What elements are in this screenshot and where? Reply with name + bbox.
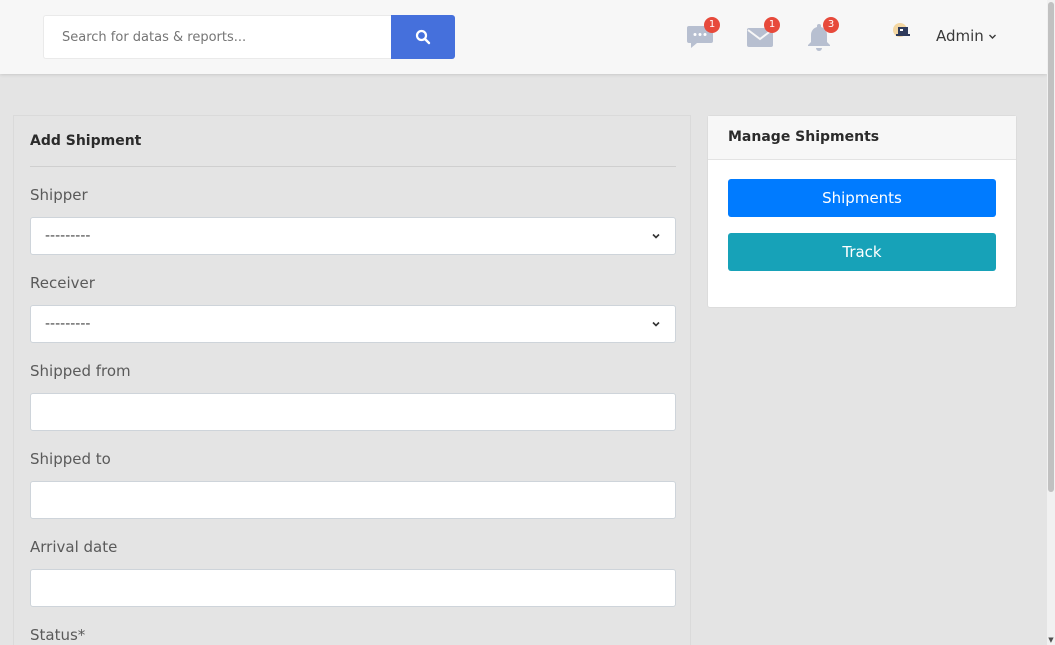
track-button[interactable]: Track	[728, 233, 996, 271]
shipper-selected-value: ---------	[45, 228, 91, 244]
mail-button[interactable]: 1	[746, 17, 780, 52]
search-form	[43, 15, 455, 59]
manage-shipments-title: Manage Shipments	[708, 116, 1016, 160]
shipped-from-label: Shipped from	[30, 362, 131, 380]
card-title: Add Shipment	[30, 133, 142, 149]
shipped-to-label: Shipped to	[30, 450, 111, 468]
mail-count-badge: 1	[764, 17, 780, 33]
receiver-select[interactable]: ---------	[30, 305, 676, 343]
divider	[30, 166, 676, 167]
messages-button[interactable]: 1	[686, 17, 720, 52]
arrival-date-label: Arrival date	[30, 538, 118, 556]
alerts-count-badge: 3	[823, 17, 839, 33]
user-name: Admin	[936, 27, 984, 45]
add-shipment-card: Add Shipment Shipper --------- Receiver …	[13, 115, 691, 645]
alerts-button[interactable]: 3	[805, 17, 839, 52]
shipper-select[interactable]: ---------	[30, 217, 676, 255]
avatar[interactable]	[891, 21, 911, 41]
shipped-from-input[interactable]	[30, 393, 676, 431]
messages-count-badge: 1	[704, 17, 720, 33]
manage-shipments-card: Manage Shipments Shipments Track	[707, 115, 1017, 308]
status-label: Status*	[30, 626, 86, 644]
top-navbar: 1 1 3 Admin	[0, 0, 1047, 74]
scrollbar-thumb[interactable]	[1048, 2, 1054, 492]
search-icon	[415, 29, 431, 45]
receiver-label: Receiver	[30, 274, 95, 292]
chevron-down-icon	[652, 321, 660, 327]
search-input[interactable]	[43, 15, 391, 59]
shipped-to-input[interactable]	[30, 481, 676, 519]
page-scrollbar[interactable]: ▼	[1047, 0, 1055, 645]
shipper-label: Shipper	[30, 186, 88, 204]
receiver-selected-value: ---------	[45, 316, 91, 332]
chevron-down-icon	[652, 233, 660, 239]
scroll-down-icon[interactable]: ▼	[1047, 635, 1055, 645]
arrival-date-input[interactable]	[30, 569, 676, 607]
search-button[interactable]	[391, 15, 455, 59]
shipments-button[interactable]: Shipments	[728, 179, 996, 217]
chevron-down-icon	[988, 34, 996, 39]
user-menu[interactable]: Admin	[936, 27, 997, 45]
